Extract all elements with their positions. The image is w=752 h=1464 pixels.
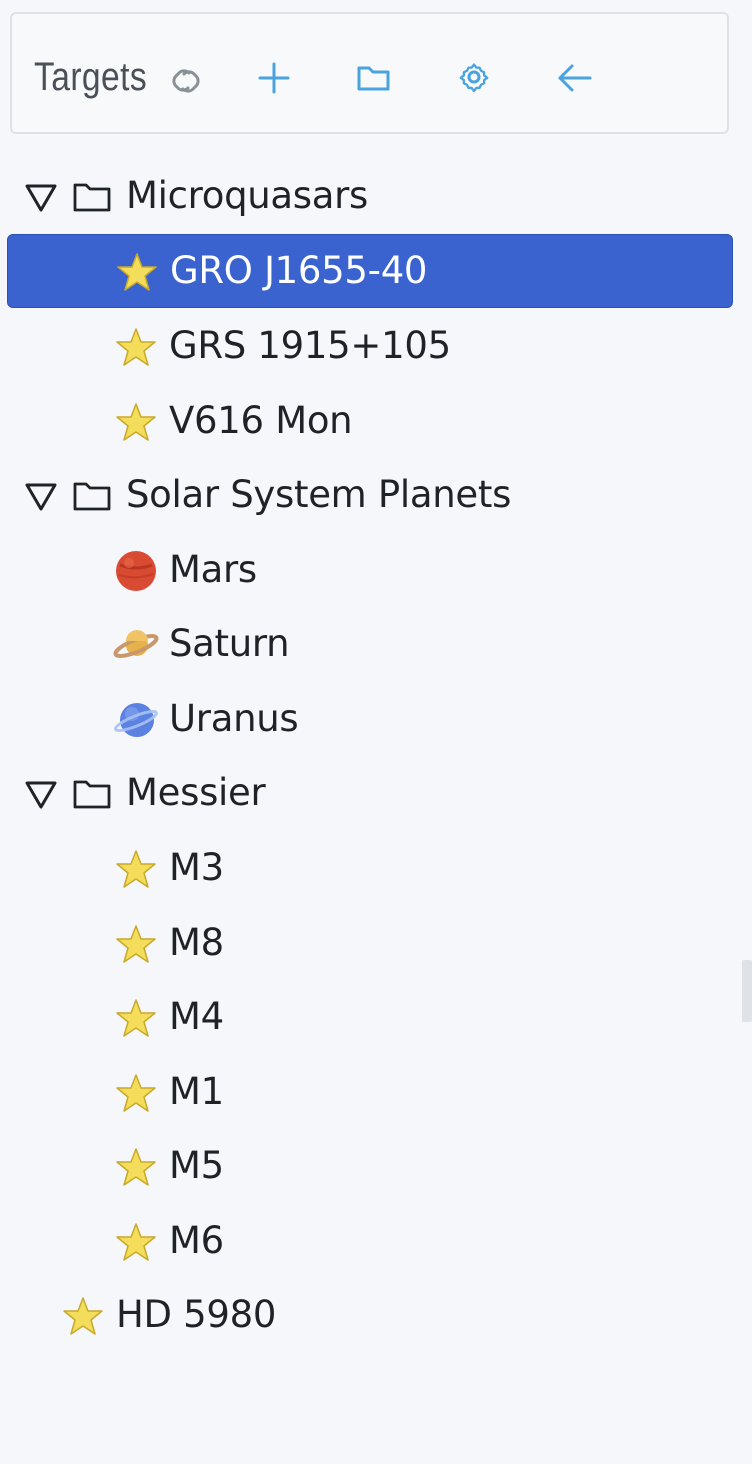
- caret-down-icon[interactable]: [24, 780, 58, 810]
- star-icon: [115, 1146, 157, 1188]
- caret-down-icon[interactable]: [24, 183, 58, 213]
- tree-group-label: Messier: [126, 771, 266, 814]
- gear-icon[interactable]: [456, 59, 492, 95]
- tree-item-m4[interactable]: M4: [0, 981, 752, 1055]
- caret-down-icon[interactable]: [24, 482, 58, 512]
- tree-group-solar-system-planets[interactable]: Solar System Planets: [0, 459, 752, 533]
- tree-item-label: M6: [169, 1219, 224, 1262]
- tree-item-label: Uranus: [169, 697, 299, 740]
- tree-item-m3[interactable]: M3: [0, 832, 752, 906]
- tree-item-label: M1: [169, 1070, 224, 1113]
- tree-item-label: GRS 1915+105: [169, 324, 451, 367]
- tree-item-grs-1915-105[interactable]: GRS 1915+105: [0, 310, 752, 384]
- tree-item-label: M4: [169, 995, 224, 1038]
- tree-item-hd-5980[interactable]: HD 5980: [0, 1279, 752, 1353]
- tree-item-uranus[interactable]: Uranus: [0, 683, 752, 757]
- star-icon: [115, 401, 157, 443]
- tree-item-gro-j1655-40[interactable]: GRO J1655-40: [7, 234, 733, 308]
- star-icon: [116, 251, 158, 293]
- folder-icon: [72, 180, 112, 214]
- tree-item-label: M5: [169, 1144, 224, 1187]
- tree-item-m6[interactable]: M6: [0, 1205, 752, 1279]
- tree-item-m8[interactable]: M8: [0, 907, 752, 981]
- tree-item-label: Mars: [169, 548, 257, 591]
- tree-item-label: M3: [169, 846, 224, 889]
- star-icon: [115, 326, 157, 368]
- mars-icon: [114, 549, 156, 591]
- tree-group-label: Microquasars: [126, 174, 369, 217]
- star-icon: [115, 923, 157, 965]
- star-icon: [115, 848, 157, 890]
- star-icon: [115, 1221, 157, 1263]
- arrow-left-icon[interactable]: [556, 60, 594, 96]
- tree-item-label: HD 5980: [116, 1293, 277, 1336]
- star-icon: [115, 1072, 157, 1114]
- tree-group-messier[interactable]: Messier: [0, 757, 752, 831]
- panel-title: Targets: [34, 55, 148, 99]
- saturn-icon: [112, 624, 159, 666]
- tree-item-label: V616 Mon: [169, 399, 353, 442]
- tree-group-label: Solar System Planets: [126, 473, 512, 516]
- tree-item-label: M8: [169, 921, 224, 964]
- folder-icon[interactable]: [356, 61, 392, 95]
- star-icon: [62, 1295, 104, 1337]
- folder-icon: [72, 777, 112, 811]
- link-icon[interactable]: [168, 64, 204, 98]
- tree-item-v616-mon[interactable]: V616 Mon: [0, 385, 752, 459]
- tree-item-m5[interactable]: M5: [0, 1130, 752, 1204]
- tree-item-saturn[interactable]: Saturn: [0, 608, 752, 682]
- tree-item-m1[interactable]: M1: [0, 1056, 752, 1130]
- tree-item-label: Saturn: [169, 622, 290, 665]
- star-icon: [115, 997, 157, 1039]
- targets-toolbar: Targets: [10, 12, 729, 134]
- tree-item-mars[interactable]: Mars: [0, 534, 752, 608]
- tree-item-label: GRO J1655-40: [170, 249, 428, 292]
- plus-icon[interactable]: [256, 60, 292, 96]
- tree-group-microquasars[interactable]: Microquasars: [0, 160, 752, 234]
- folder-icon: [72, 479, 112, 513]
- scrollbar-handle[interactable]: [742, 960, 752, 1022]
- uranus-icon: [112, 699, 158, 741]
